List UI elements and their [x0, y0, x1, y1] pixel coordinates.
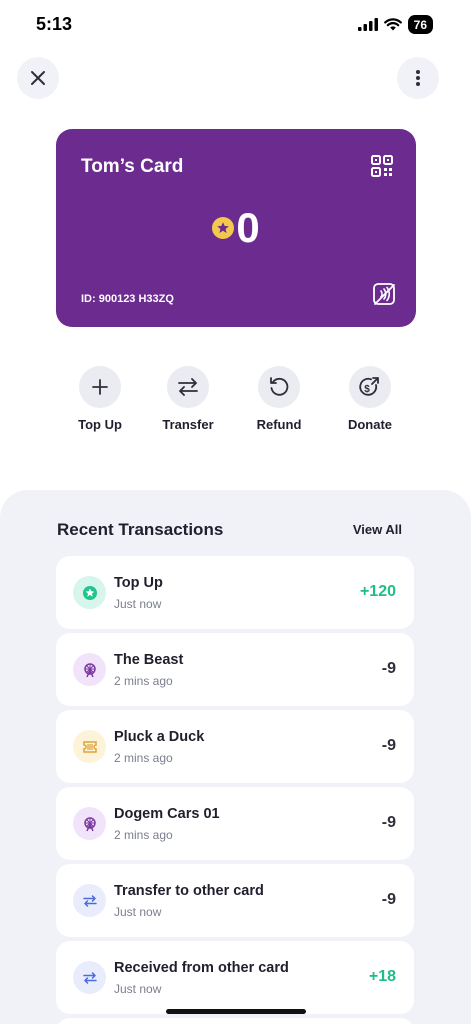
- ticket-icon: [73, 730, 106, 763]
- recent-transactions-title: Recent Transactions: [57, 520, 224, 539]
- quick-actions: Top Up Transfer Refund $ Donate: [54, 366, 414, 438]
- top-up-button[interactable]: Top Up: [60, 366, 140, 432]
- transaction-row[interactable]: Dogem Cars 01 2 mins ago -9: [56, 787, 414, 860]
- transaction-name: Pluck a Duck: [114, 729, 205, 745]
- card-balance: 0: [56, 207, 416, 249]
- coin-star-icon: [73, 576, 106, 609]
- more-options-button[interactable]: [397, 57, 439, 99]
- donate-button[interactable]: $ Donate: [330, 366, 410, 432]
- donate-label: Donate: [347, 417, 393, 432]
- svg-text:$: $: [364, 384, 370, 395]
- card-title: Tom’s Card: [81, 156, 184, 177]
- plus-icon: [92, 379, 108, 395]
- card-id: ID: 900123 H33ZQ: [81, 293, 174, 305]
- coin-star-icon: [212, 217, 235, 239]
- transactions-panel: Recent Transactions View All Top Up Just…: [0, 490, 471, 1024]
- transaction-time: 2 mins ago: [114, 751, 173, 765]
- transaction-amount: -9: [381, 891, 396, 908]
- more-vertical-icon: [416, 70, 420, 86]
- transaction-name: The Beast: [114, 652, 184, 668]
- transfer-button[interactable]: Transfer: [148, 366, 228, 432]
- status-bar: 5:13 76: [0, 0, 471, 50]
- transfer-label: Transfer: [162, 417, 214, 432]
- transaction-name: Dogem Cars 01: [114, 806, 220, 822]
- transaction-row[interactable]: Received from other card Just now +18: [56, 941, 414, 1014]
- refund-button[interactable]: Refund: [239, 366, 319, 432]
- status-icons: 76: [357, 15, 433, 34]
- transaction-time: Just now: [114, 905, 162, 919]
- transaction-amount: +18: [368, 968, 396, 985]
- transaction-list: Top Up Just now +120 The Beast 2 mins ag…: [56, 556, 414, 1024]
- top-up-label: Top Up: [78, 417, 122, 432]
- wifi-icon: [383, 18, 402, 31]
- close-icon: [31, 71, 45, 85]
- transaction-row[interactable]: Pluck a Duck 2 mins ago -9: [56, 710, 414, 783]
- qr-code-icon: [371, 155, 393, 177]
- refund-label: Refund: [256, 417, 302, 432]
- cellular-signal-icon: [357, 18, 378, 31]
- top-up-circle[interactable]: [79, 366, 121, 408]
- donate-circle[interactable]: $: [349, 366, 391, 408]
- transaction-time: 2 mins ago: [114, 674, 173, 688]
- status-time: 5:13: [36, 14, 73, 34]
- transaction-amount: +120: [359, 583, 396, 600]
- transaction-time: Just now: [114, 597, 162, 611]
- transaction-row[interactable]: Top Up Just now +120: [56, 556, 414, 629]
- swap-arrows-icon: [73, 884, 106, 917]
- ferris-wheel-icon: [73, 807, 106, 840]
- transaction-name: Transfer to other card: [114, 883, 264, 899]
- contactless-disabled-icon: [372, 282, 396, 311]
- transaction-amount: -9: [381, 814, 396, 831]
- close-button[interactable]: [17, 57, 59, 99]
- battery-indicator: 76: [407, 15, 433, 34]
- transaction-name: Received from other card: [114, 960, 289, 976]
- swap-arrows-icon: [73, 961, 106, 994]
- transaction-row[interactable]: Transfer to other card Just now -9: [56, 864, 414, 937]
- qr-code-button[interactable]: [371, 155, 393, 182]
- transaction-time: 2 mins ago: [114, 828, 173, 842]
- transfer-circle[interactable]: [167, 366, 209, 408]
- wallet-card[interactable]: Tom’s Card 0 ID: 900123 H33ZQ: [56, 129, 416, 327]
- transaction-name: Top Up: [114, 575, 163, 591]
- refund-circle[interactable]: [258, 366, 300, 408]
- view-all-link[interactable]: View All: [353, 522, 402, 537]
- transaction-time: Just now: [114, 982, 162, 996]
- home-indicator: [166, 1009, 306, 1014]
- ferris-wheel-icon: [73, 653, 106, 686]
- donate-icon: $: [359, 377, 379, 396]
- transaction-amount: -9: [381, 737, 396, 754]
- balance-value: 0: [236, 204, 260, 251]
- transaction-row[interactable]: The Beast 2 mins ago -9: [56, 633, 414, 706]
- undo-icon: [270, 377, 289, 396]
- swap-arrows-icon: [178, 378, 198, 396]
- transaction-amount: -9: [381, 660, 396, 677]
- transaction-row-partial[interactable]: [56, 1018, 414, 1024]
